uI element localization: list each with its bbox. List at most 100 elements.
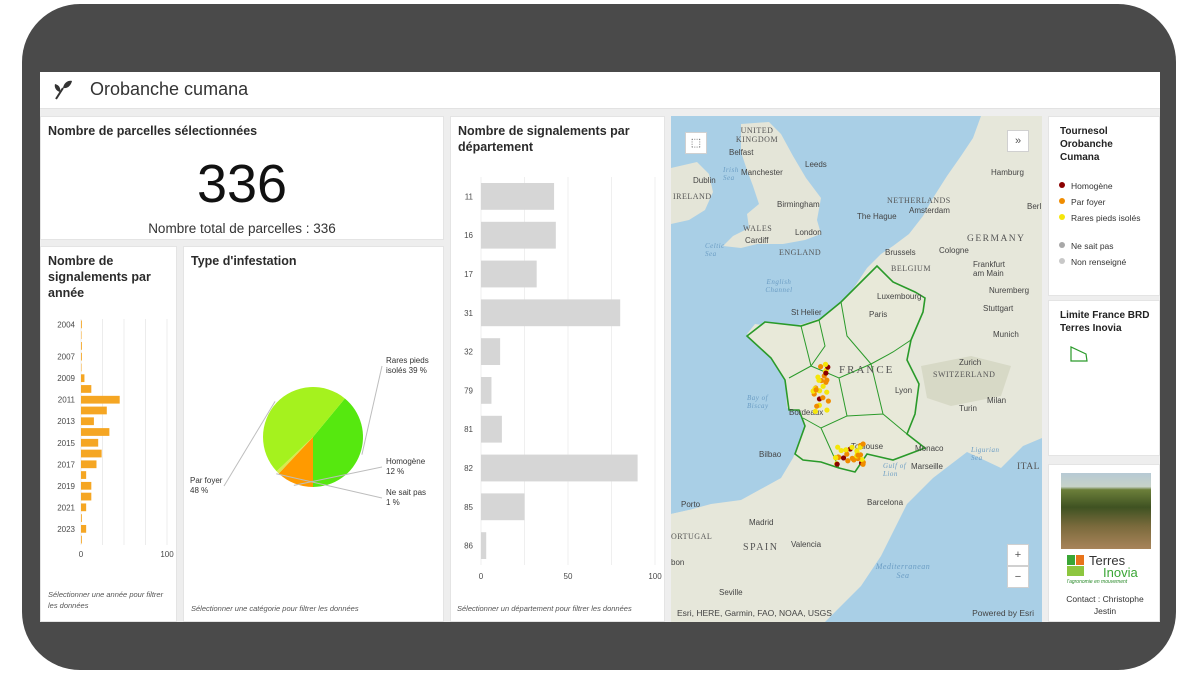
infestation-point[interactable] <box>820 395 826 401</box>
department-bar-chart[interactable]: 11 16 17 31 32 79 81 82 85 86 0 50 100 <box>451 173 665 593</box>
pie-pct-label: 12 % <box>386 467 404 476</box>
year-bar[interactable] <box>81 342 82 350</box>
infestation-point[interactable] <box>855 452 861 458</box>
year-bar[interactable] <box>81 428 110 436</box>
year-bar[interactable] <box>81 524 87 533</box>
year-tick-label: 2021 <box>57 503 75 512</box>
brand-panel: Terres Inovia l'agronomie en mouvement C… <box>1048 464 1160 622</box>
legend-item-label: Rares pieds isolés <box>1071 213 1141 223</box>
dept-tick-label: 32 <box>464 348 473 357</box>
infestation-point[interactable] <box>814 403 820 409</box>
year-bar[interactable] <box>81 331 82 340</box>
year-bar[interactable] <box>81 395 120 404</box>
infestation-pie-chart[interactable]: Rares piedsisolés 39 % Homogène12 % Ne sai… <box>184 277 444 577</box>
legend-item[interactable]: Par foyer <box>1059 197 1149 207</box>
legend-item[interactable]: Ne sait pas <box>1059 241 1149 251</box>
pie-leader-line <box>361 365 383 455</box>
brand-name-line2: Inovia <box>1103 565 1138 580</box>
infestation-point[interactable] <box>843 447 849 453</box>
legend-item[interactable]: Homogène <box>1059 181 1149 191</box>
dept-bar[interactable] <box>481 183 555 210</box>
infestation-point[interactable] <box>824 389 830 395</box>
year-bar[interactable] <box>81 352 82 361</box>
legend-swatch-icon <box>1059 182 1065 188</box>
terres-inovia-logo: Terres Inovia l'agronomie en mouvement <box>1067 553 1153 587</box>
year-bar[interactable] <box>81 481 92 490</box>
infestation-points-layer[interactable] <box>671 116 1042 622</box>
year-bar[interactable] <box>81 320 82 329</box>
dept-tick-label: 11 <box>465 192 474 201</box>
infestation-point[interactable] <box>840 455 847 461</box>
legend-swatch-icon <box>1059 214 1065 220</box>
year-bar[interactable] <box>81 503 87 512</box>
year-bar[interactable] <box>81 492 92 501</box>
infestation-point[interactable] <box>849 455 855 461</box>
infestation-point[interactable] <box>813 387 819 393</box>
legend-item[interactable]: Non renseigné <box>1059 257 1149 267</box>
infestation-point[interactable] <box>845 458 851 464</box>
dept-tick-label: 82 <box>464 464 473 473</box>
infestation-point[interactable] <box>823 370 829 376</box>
infestation-point[interactable] <box>822 361 829 367</box>
year-bar[interactable] <box>81 460 97 469</box>
year-bar[interactable] <box>81 471 87 479</box>
year-bar[interactable] <box>81 374 85 383</box>
infestation-point[interactable] <box>833 455 839 461</box>
dept-bar[interactable] <box>481 415 502 443</box>
boundary-legend-title: Limite France BRD Terres Inovia <box>1060 310 1150 334</box>
infestation-point[interactable] <box>860 441 866 447</box>
year-bar[interactable] <box>81 417 94 426</box>
infestation-point[interactable] <box>860 461 866 467</box>
dept-x-tick-label: 50 <box>564 572 573 581</box>
legend-panel: Tournesol Orobanche Cumana Homogène Par f… <box>1048 116 1160 296</box>
year-bar[interactable] <box>81 385 92 393</box>
year-tick-label: 2004 <box>57 320 75 329</box>
map-panel[interactable]: UNITED KINGDOM Belfast Manchester Leeds … <box>671 116 1042 622</box>
year-bar[interactable] <box>81 449 102 458</box>
infestation-point[interactable] <box>818 364 824 370</box>
legend-swatch-icon <box>1059 242 1065 248</box>
year-x-tick-label: 0 <box>79 550 84 559</box>
app-title: Orobanche cumana <box>90 79 249 99</box>
infestation-point[interactable] <box>824 377 830 383</box>
legend-swatch-icon <box>1059 198 1065 204</box>
year-bar[interactable] <box>81 514 82 522</box>
dept-bar[interactable] <box>481 338 501 365</box>
year-bar[interactable] <box>81 363 82 372</box>
year-bar[interactable] <box>81 406 107 415</box>
year-chart-note: Sélectionner une année pour filtrer les … <box>48 590 164 610</box>
zoom-out-button[interactable]: − <box>1007 566 1029 588</box>
year-bar[interactable] <box>81 535 82 544</box>
year-bar-chart[interactable]: 2004 2007 2009 2011 2013 2015 2017 2019 2021 2023… <box>41 313 177 593</box>
dept-bar[interactable] <box>481 377 492 404</box>
pie-label: Ne sait pas <box>386 488 426 497</box>
dept-bar[interactable] <box>481 299 621 327</box>
year-tick-label: 2015 <box>57 439 75 448</box>
pie-label: Homogène <box>386 457 426 466</box>
infestation-point[interactable] <box>824 407 830 413</box>
collapse-toggle-button[interactable]: » <box>1007 130 1029 152</box>
year-bar[interactable] <box>81 438 99 447</box>
kpi-panel: Nombre de parcelles sélectionnées 336 No… <box>40 116 444 240</box>
zoom-in-button[interactable]: + <box>1007 544 1029 566</box>
year-tick-label: 2011 <box>58 396 76 405</box>
infestation-point[interactable] <box>825 398 831 404</box>
dept-bar[interactable] <box>481 221 556 249</box>
dept-bar[interactable] <box>481 532 487 559</box>
infestation-point[interactable] <box>834 461 840 467</box>
dept-bar[interactable] <box>481 260 537 288</box>
infestation-point[interactable] <box>849 444 855 450</box>
infestation-point[interactable] <box>816 377 822 383</box>
infestation-point[interactable] <box>838 447 844 454</box>
legend-item[interactable]: Rares pieds isolés <box>1059 213 1149 223</box>
infestation-point[interactable] <box>820 383 826 389</box>
dept-bar[interactable] <box>481 493 525 521</box>
infestation-point[interactable] <box>812 408 818 414</box>
map-powered-by[interactable]: Powered by Esri <box>972 608 1034 618</box>
dept-bar[interactable] <box>481 454 638 482</box>
select-tool-button[interactable]: ⬚ <box>685 132 707 154</box>
dept-tick-label: 86 <box>464 542 473 551</box>
dept-chart-panel: Nombre de signalements par département 1… <box>450 116 665 622</box>
plant-logo-icon <box>54 80 72 100</box>
year-chart-panel: Nombre de signalements par année 2004 200… <box>40 246 177 622</box>
